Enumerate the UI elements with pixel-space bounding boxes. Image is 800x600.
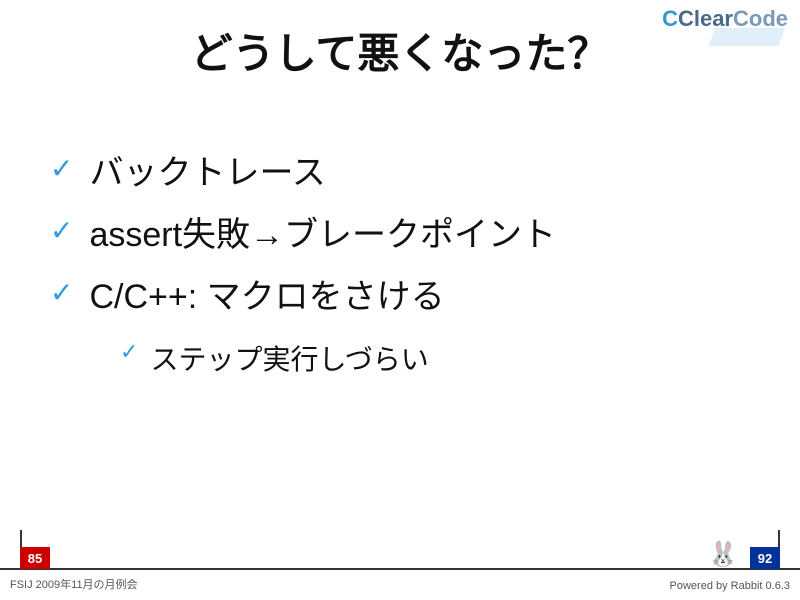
brand-logo: CClearCode (662, 6, 788, 32)
check-icon: ✓ (120, 338, 138, 367)
logo-c-icon: C (662, 6, 678, 31)
slide-content: ✓ バックトレース ✓ assert失敗→ブレークポイント ✓ C/C++: マ… (0, 81, 800, 378)
footer-event: FSIJ 2009年11月の月例会 (10, 576, 138, 592)
bullet-text: assert失敗→ブレークポイント (89, 213, 556, 257)
footer-credit: Powered by Rabbit 0.6.3 (670, 580, 790, 592)
footer-divider (0, 568, 800, 570)
sub-bullet-text: ステップ実行しづらい (150, 338, 428, 378)
bullet-item: ✓ バックトレース (50, 151, 750, 195)
check-icon: ✓ (50, 213, 73, 249)
check-icon: ✓ (50, 275, 73, 311)
page-flag-left: 85 (20, 547, 50, 569)
bullet-text: C/C++: マクロをさける (89, 275, 444, 319)
rabbit-icon: 🐰 (708, 540, 738, 569)
logo-clear: Clear (678, 6, 733, 31)
check-icon: ✓ (50, 151, 73, 187)
bullet-item: ✓ assert失敗→ブレークポイント (50, 213, 750, 257)
sub-bullet-item: ✓ ステップ実行しづらい (120, 338, 750, 378)
bullet-item: ✓ C/C++: マクロをさける (50, 275, 750, 319)
page-flag-right: 92 (750, 547, 780, 569)
bullet-text: バックトレース (89, 151, 325, 195)
logo-code: Code (733, 6, 788, 31)
